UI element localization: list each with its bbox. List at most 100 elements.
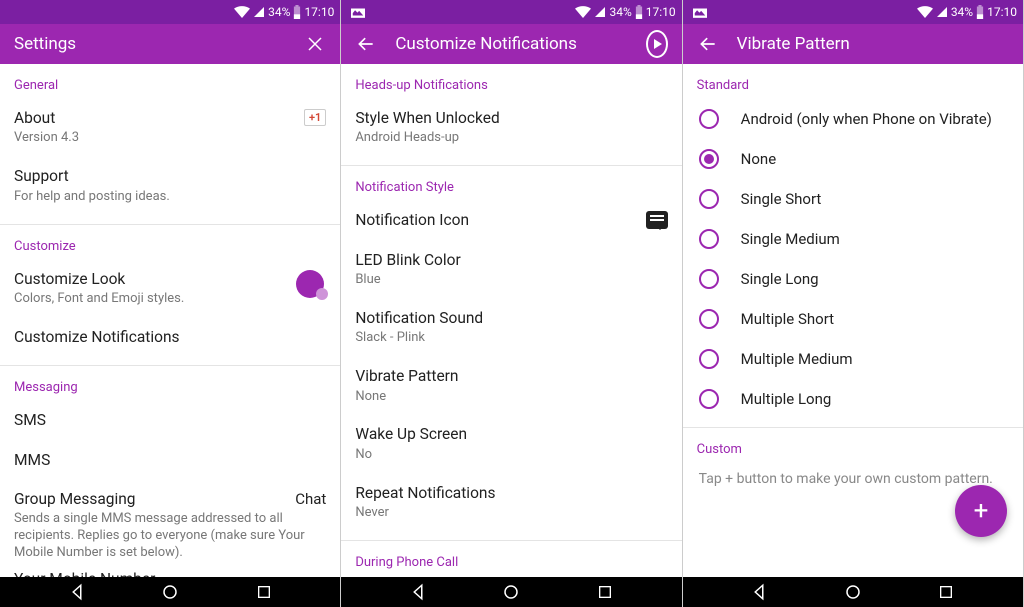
nav-home[interactable]: [842, 581, 864, 603]
radio-option[interactable]: Multiple Short: [683, 299, 1023, 339]
radio-option[interactable]: Multiple Medium: [683, 339, 1023, 379]
item-style-unlocked[interactable]: Style When Unlocked Android Heads-up: [341, 99, 681, 157]
nav-home[interactable]: [159, 581, 181, 603]
item-subtitle: None: [355, 389, 667, 406]
item-title: Notification Icon: [355, 211, 635, 230]
clock: 17:10: [304, 5, 334, 19]
radio-option[interactable]: Single Short: [683, 179, 1023, 219]
nav-bar: [683, 577, 1023, 607]
item-notification-icon[interactable]: Notification Icon: [341, 201, 681, 240]
status-bar: 34% 17:10: [683, 0, 1023, 24]
nav-recent[interactable]: [253, 581, 275, 603]
battery-pct: 34%: [609, 5, 631, 19]
content-scroll[interactable]: Standard Android (only when Phone on Vib…: [683, 64, 1023, 577]
item-title: MMS: [14, 451, 326, 470]
radio-label: None: [741, 150, 777, 168]
item-sms[interactable]: SMS: [0, 401, 340, 440]
radio-label: Multiple Medium: [741, 350, 853, 368]
battery-icon: [635, 5, 643, 19]
nav-bar: [341, 577, 681, 607]
item-title: Customize Look: [14, 270, 286, 289]
item-title: Group Messaging: [14, 490, 136, 509]
item-vibrate-pattern[interactable]: Vibrate Pattern None: [341, 357, 681, 415]
screenshot-icon: [351, 6, 365, 18]
item-customize-notifications[interactable]: Customize Notifications: [0, 318, 340, 357]
item-title: Support: [14, 167, 326, 186]
status-bar: 34% 17:10: [341, 0, 681, 24]
page-title: Settings: [14, 34, 286, 54]
item-subtitle: Sends a single MMS message addressed to …: [14, 511, 326, 562]
radio-list: Android (only when Phone on Vibrate) None…: [683, 99, 1023, 419]
item-subtitle: Blue: [355, 272, 667, 289]
content-scroll[interactable]: Heads-up Notifications Style When Unlock…: [341, 64, 681, 577]
signal-icon: [253, 6, 265, 18]
item-mms[interactable]: MMS: [0, 441, 340, 480]
radio-option[interactable]: Single Long: [683, 259, 1023, 299]
radio-option[interactable]: Multiple Long: [683, 379, 1023, 419]
content-scroll[interactable]: General About Version 4.3 +1 Support For…: [0, 64, 340, 577]
radio-option[interactable]: Android (only when Phone on Vibrate): [683, 99, 1023, 139]
item-subtitle: No: [355, 447, 667, 464]
item-play-notification-sound[interactable]: Play Notification Sound: [341, 576, 681, 577]
item-wake-screen[interactable]: Wake Up Screen No: [341, 415, 681, 473]
screen-customize-notifications: 34% 17:10 Customize Notifications Heads-…: [341, 0, 682, 607]
item-subtitle: Slack - Plink: [355, 330, 667, 347]
section-header-headsup: Heads-up Notifications: [341, 64, 681, 99]
close-icon[interactable]: [304, 33, 326, 55]
radio-label: Single Short: [741, 190, 822, 208]
item-title: About: [14, 109, 294, 128]
play-preview-icon[interactable]: [646, 33, 668, 55]
nav-back[interactable]: [407, 581, 429, 603]
radio-icon: [699, 149, 719, 169]
radio-icon: [699, 349, 719, 369]
item-subtitle: Never: [355, 505, 667, 522]
back-icon[interactable]: [355, 33, 377, 55]
radio-icon: [699, 109, 719, 129]
radio-label: Multiple Long: [741, 390, 832, 408]
item-subtitle: Colors, Font and Emoji styles.: [14, 291, 286, 308]
item-repeat-notifications[interactable]: Repeat Notifications Never: [341, 474, 681, 532]
radio-icon: [699, 269, 719, 289]
item-led-color[interactable]: LED Blink Color Blue: [341, 241, 681, 299]
radio-icon: [699, 189, 719, 209]
item-subtitle: Android Heads-up: [355, 130, 667, 147]
nav-recent[interactable]: [594, 581, 616, 603]
wifi-icon: [575, 6, 591, 18]
section-header-custom: Custom: [683, 428, 1023, 463]
app-bar: Vibrate Pattern: [683, 24, 1023, 64]
battery-pct: 34%: [951, 5, 973, 19]
nav-recent[interactable]: [935, 581, 957, 603]
item-title: Style When Unlocked: [355, 109, 667, 128]
nav-home[interactable]: [500, 581, 522, 603]
status-bar: 34% 17:10: [0, 0, 340, 24]
radio-label: Multiple Short: [741, 310, 834, 328]
item-title: Notification Sound: [355, 309, 667, 328]
item-mobile-number[interactable]: Your Mobile Number: [0, 566, 340, 577]
item-title: LED Blink Color: [355, 251, 667, 270]
app-bar: Settings: [0, 24, 340, 64]
radio-option[interactable]: Single Medium: [683, 219, 1023, 259]
screen-settings: 34% 17:10 Settings General About Version…: [0, 0, 341, 607]
nav-back[interactable]: [748, 581, 770, 603]
item-about[interactable]: About Version 4.3 +1: [0, 99, 340, 157]
radio-label: Single Long: [741, 270, 819, 288]
item-notification-sound[interactable]: Notification Sound Slack - Plink: [341, 299, 681, 357]
radio-option[interactable]: None: [683, 139, 1023, 179]
clock: 17:10: [987, 5, 1017, 19]
section-header-standard: Standard: [683, 64, 1023, 99]
back-icon[interactable]: [697, 33, 719, 55]
battery-icon: [293, 5, 301, 19]
item-group-messaging[interactable]: Group Messaging Chat Sends a single MMS …: [0, 480, 340, 566]
item-customize-look[interactable]: Customize Look Colors, Font and Emoji st…: [0, 260, 340, 318]
nav-back[interactable]: [66, 581, 88, 603]
fab-add[interactable]: +: [955, 485, 1007, 537]
radio-icon: [699, 229, 719, 249]
chat-bubble-icon: [646, 211, 668, 229]
clock: 17:10: [646, 5, 676, 19]
section-header-customize: Customize: [0, 225, 340, 260]
radio-icon: [699, 389, 719, 409]
item-support[interactable]: Support For help and posting ideas.: [0, 157, 340, 215]
gplus-badge[interactable]: +1: [304, 109, 326, 126]
color-swatch-icon: [296, 270, 324, 298]
item-title: SMS: [14, 411, 326, 430]
